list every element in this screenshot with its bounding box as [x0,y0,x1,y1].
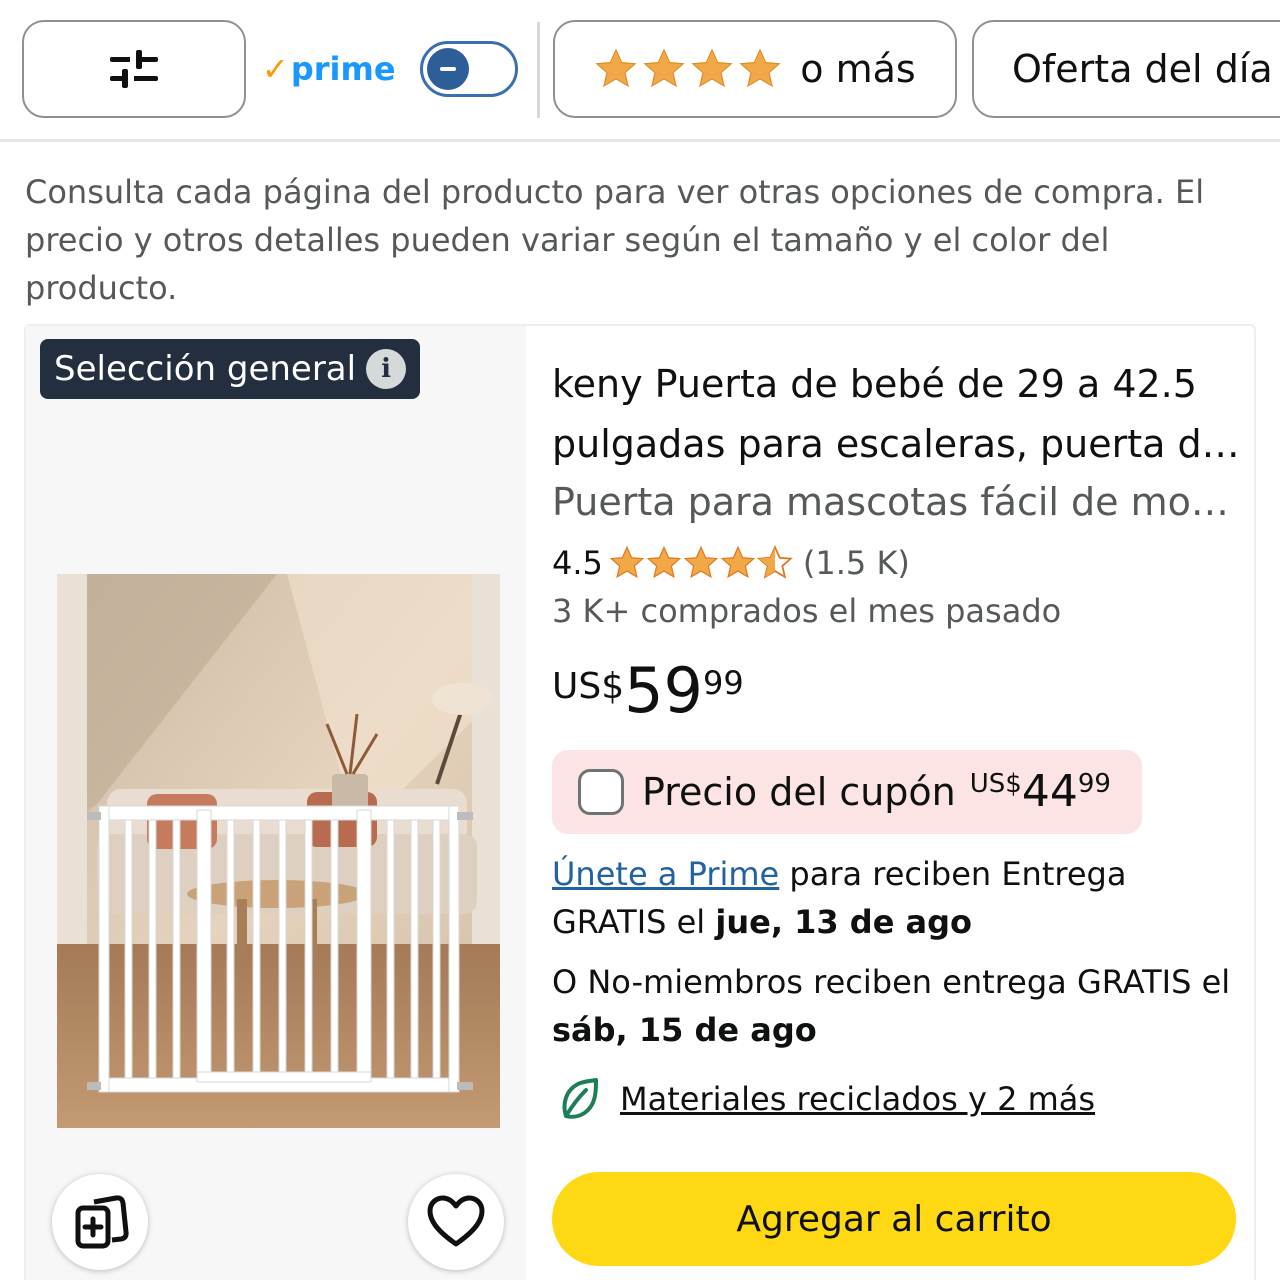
prime-toggle[interactable] [419,41,518,97]
product-title[interactable]: keny Puerta de bebé de 29 a 42.5 pulgada… [552,354,1242,474]
prime-logo: ✓ prime [262,50,396,88]
coupon-price-symbol: US$ [969,769,1022,799]
deal-filter-button[interactable]: Oferta del día [972,20,1280,118]
star-icon [646,545,682,579]
price: US$ 59 99 [552,656,744,726]
rating-count: (1.5 K) [802,544,910,582]
star-icon [609,545,645,579]
sustainability-link[interactable]: Materiales reciclados y 2 más [620,1080,1095,1118]
deal-filter-label: Oferta del día [1012,47,1273,91]
product-card[interactable]: Selección general i keny Puerta de bebé … [24,324,1256,1280]
star-icon [691,48,733,88]
sliders-icon [110,50,158,88]
star-icon [643,48,685,88]
price-whole: 59 [624,654,704,727]
prime-delivery: Únete a Prime para reciben Entrega GRATI… [552,850,1242,946]
coupon-price-fraction: 99 [1077,769,1111,799]
prime-label: prime [290,50,396,88]
results-notice: Consulta cada página del producto para v… [25,173,1205,307]
rating-row[interactable]: 4.5 (1.5 K) [552,544,910,582]
join-prime-link[interactable]: Únete a Prime [552,855,779,893]
filters-button[interactable] [22,20,246,118]
info-icon[interactable]: i [366,349,407,389]
price-symbol: US$ [552,666,625,707]
filter-divider [537,22,540,118]
standard-delivery-text: O No-miembros reciben entrega GRATIS el [552,963,1231,1001]
product-subtitle: Puerta para mascotas fácil de mo… [552,480,1229,524]
prime-delivery-date: jue, 13 de ago [715,903,973,941]
leaf-icon [562,1078,598,1119]
star-icon [683,545,719,579]
product-image[interactable] [57,574,500,1128]
overall-pick-badge[interactable]: Selección general i [40,339,421,399]
coupon-price-whole: 44 [1021,766,1078,817]
rating-stars [609,545,793,581]
toggle-knob [426,48,469,90]
badge-label: Selección general [54,349,357,389]
standard-delivery: O No-miembros reciben entrega GRATIS el … [552,958,1242,1054]
prime-filter: ✓ prime [262,36,518,102]
wishlist-button[interactable] [408,1174,504,1270]
bought-last-month: 3 K+ comprados el mes pasado [552,592,1062,630]
four-stars-icon [594,47,782,91]
product-image-panel: Selección general i [26,326,526,1280]
half-star-icon [756,545,793,579]
star-icon [739,48,781,88]
filter-bar: ✓ prime o más Oferta del día [0,0,1280,142]
compare-button[interactable] [52,1174,148,1270]
rating-filter-label: o más [800,47,916,91]
star-icon [595,48,637,88]
standard-delivery-date: sáb, 15 de ago [552,1011,817,1049]
coupon-label: Precio del cupón [642,770,956,814]
coupon-box[interactable]: Precio del cupón US$ 44 99 [552,750,1142,834]
coupon-price: US$ 44 99 [970,767,1111,817]
rating-filter-button[interactable]: o más [553,20,957,118]
prime-check-icon: ✓ [262,50,289,88]
add-to-cart-button[interactable]: Agregar al carrito [552,1172,1236,1266]
rating-value: 4.5 [552,544,603,582]
compare-icon [75,1195,129,1249]
coupon-checkbox[interactable] [578,769,624,815]
sustainability-row[interactable]: Materiales reciclados y 2 más [556,1076,1095,1122]
heart-icon [427,1195,485,1247]
star-icon [720,545,756,579]
price-fraction: 99 [703,664,744,702]
